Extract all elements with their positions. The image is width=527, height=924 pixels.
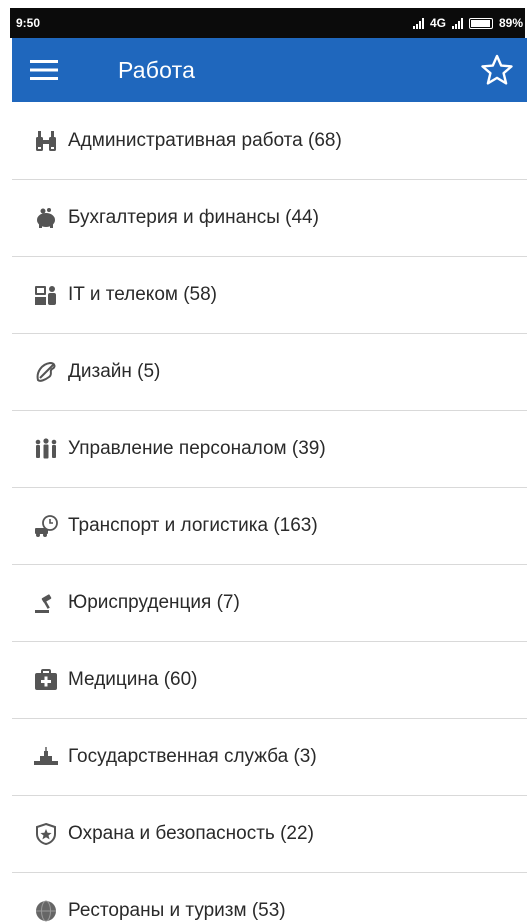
menu-icon[interactable] <box>12 38 76 102</box>
category-item[interactable]: Управление персоналом (39) <box>12 411 527 488</box>
truck-clock-icon <box>34 514 68 538</box>
category-item[interactable]: Административная работа (68) <box>12 103 527 180</box>
piggy-bank-icon <box>34 206 68 230</box>
battery-level: 89% <box>498 16 523 30</box>
category-label: Транспорт и логистика (163) <box>68 515 318 536</box>
computer-user-icon <box>34 283 68 307</box>
category-label: Государственная служба (3) <box>68 746 317 767</box>
binoculars-icon <box>34 129 68 153</box>
screen: 9:50 4G 89% Работа Административная рабо… <box>0 0 527 924</box>
category-item[interactable]: Охрана и безопасность (22) <box>12 796 527 873</box>
category-list: Административная работа (68) Бухгалтерия… <box>12 103 527 924</box>
gavel-icon <box>34 591 68 615</box>
category-item[interactable]: Транспорт и логистика (163) <box>12 488 527 565</box>
status-indicators: 4G 89% <box>412 16 523 30</box>
app-bar: Работа <box>12 38 527 102</box>
category-label: Административная работа (68) <box>68 130 342 151</box>
category-label: Охрана и безопасность (22) <box>68 823 314 844</box>
category-label: IT и телеком (58) <box>68 284 218 305</box>
globe-icon <box>34 899 68 923</box>
category-label: Юриспруденция (7) <box>68 592 240 613</box>
category-label: Управление персоналом (39) <box>68 438 326 459</box>
category-label: Дизайн (5) <box>68 361 161 382</box>
government-building-icon <box>34 745 68 769</box>
category-item[interactable]: Медицина (60) <box>12 642 527 719</box>
category-item[interactable]: Государственная служба (3) <box>12 719 527 796</box>
status-time: 9:50 <box>16 16 41 30</box>
network-type: 4G <box>429 16 446 30</box>
category-item[interactable]: IT и телеком (58) <box>12 257 527 334</box>
first-aid-kit-icon <box>34 668 68 692</box>
category-item[interactable]: Юриспруденция (7) <box>12 565 527 642</box>
palette-icon <box>34 360 68 384</box>
status-bar: 9:50 4G 89% <box>10 8 525 38</box>
battery-icon <box>468 17 493 29</box>
category-label: Бухгалтерия и финансы (44) <box>68 207 319 228</box>
signal-icon <box>412 17 424 29</box>
category-item[interactable]: Рестораны и туризм (53) <box>12 873 527 924</box>
category-label: Рестораны и туризм (53) <box>68 900 286 921</box>
favorite-star-icon[interactable] <box>481 54 513 86</box>
people-group-icon <box>34 437 68 461</box>
signal-icon-secondary <box>451 17 463 29</box>
page-title: Работа <box>118 56 196 83</box>
category-label: Медицина (60) <box>68 669 198 690</box>
category-item[interactable]: Дизайн (5) <box>12 334 527 411</box>
security-badge-icon <box>34 822 68 846</box>
category-item[interactable]: Бухгалтерия и финансы (44) <box>12 180 527 257</box>
